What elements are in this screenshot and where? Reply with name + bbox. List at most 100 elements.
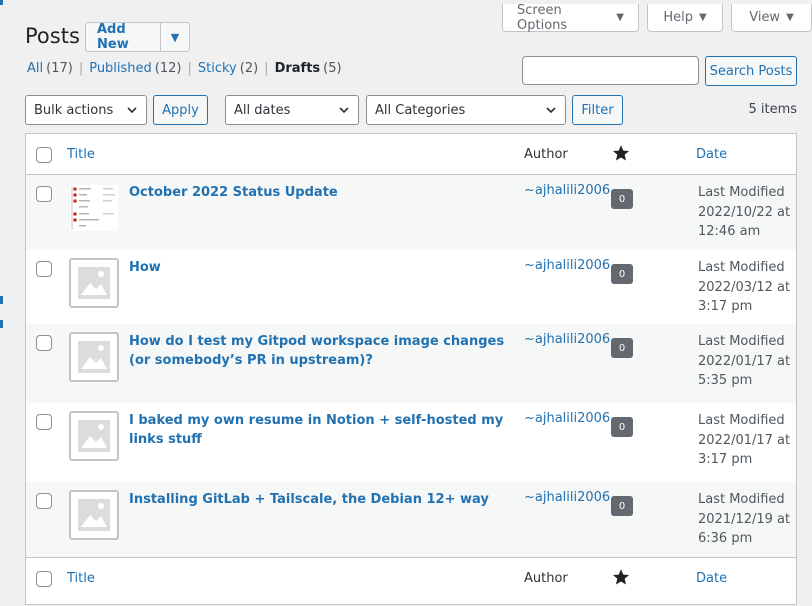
comment-count-badge: 0 (611, 338, 633, 358)
date-day: 2022/10/22 at (698, 204, 791, 220)
date-day: 2021/12/19 at (698, 511, 791, 527)
comment-count-badge: 0 (611, 264, 633, 284)
view-published-count: (12) (154, 61, 182, 76)
date-time: 12:46 am (698, 224, 761, 239)
comment-count-badge: 0 (611, 417, 633, 437)
items-count: 5 items (748, 102, 797, 117)
table-footer: Title Author Date (26, 557, 796, 598)
post-title-link[interactable]: How (129, 258, 509, 277)
post-thumbnail-image[interactable] (69, 183, 119, 233)
row-checkbox[interactable] (36, 493, 52, 509)
date-column-header[interactable]: Date (696, 147, 727, 162)
view-drafts-current[interactable]: Drafts (275, 61, 321, 76)
date-time: 6:36 pm (698, 531, 753, 546)
view-published-link[interactable]: Published (89, 61, 152, 76)
star-icon (612, 145, 630, 161)
table-row: How ~ajhalili2006 0 Last Modified 2022/0… (26, 250, 796, 324)
search-posts-button[interactable]: Search Posts (705, 56, 797, 86)
table-row: Installing GitLab + Tailscale, the Debia… (26, 482, 796, 557)
caret-down-icon: ▼ (170, 30, 180, 44)
chevron-down-icon (339, 107, 349, 114)
help-label: Help (663, 10, 693, 25)
row-checkbox[interactable] (36, 414, 52, 430)
post-title-link[interactable]: I baked my own resume in Notion + self-h… (129, 411, 509, 449)
view-label: View (749, 10, 781, 25)
date-status: Last Modified (698, 260, 785, 275)
add-new-dropdown-toggle[interactable]: ▼ (161, 22, 190, 52)
post-date: Last Modified 2022/01/17 at 3:17 pm (698, 411, 794, 470)
row-checkbox[interactable] (36, 335, 52, 351)
posts-table: Title Author Date October 2022 Status Up… (25, 133, 797, 605)
post-author-link[interactable]: ~ajhalili2006 (524, 183, 610, 198)
post-status-views: All (17) | Published (12) | Sticky (2) |… (27, 61, 342, 76)
post-title-link[interactable]: October 2022 Status Update (129, 183, 509, 202)
date-status: Last Modified (698, 334, 785, 349)
placeholder-image-icon[interactable] (69, 332, 119, 382)
apply-button[interactable]: Apply (153, 95, 208, 125)
placeholder-image-icon[interactable] (69, 258, 119, 308)
date-status: Last Modified (698, 492, 785, 507)
post-title-link[interactable]: How do I test my Gitpod workspace image … (129, 332, 509, 370)
table-row: How do I test my Gitpod workspace image … (26, 324, 796, 403)
view-sticky-link[interactable]: Sticky (198, 61, 237, 76)
help-tab[interactable]: Help ▼ (647, 4, 723, 32)
select-all-checkbox[interactable] (36, 147, 52, 163)
author-column-footer: Author (524, 571, 568, 586)
placeholder-image-icon[interactable] (69, 490, 119, 540)
add-new-button[interactable]: Add New (85, 22, 161, 52)
separator: | (187, 61, 192, 76)
table-header: Title Author Date (26, 134, 796, 175)
post-title-link[interactable]: Installing GitLab + Tailscale, the Debia… (129, 490, 509, 509)
admin-menu-edge-lower (0, 320, 3, 328)
select-all-checkbox[interactable] (36, 571, 52, 587)
row-checkbox[interactable] (36, 186, 52, 202)
filter-button[interactable]: Filter (572, 95, 623, 125)
post-date: Last Modified 2021/12/19 at 6:36 pm (698, 490, 794, 549)
post-author-link[interactable]: ~ajhalili2006 (524, 490, 610, 505)
separator: | (78, 61, 84, 76)
star-icon (612, 569, 630, 585)
author-column-header: Author (524, 147, 568, 162)
admin-menu-edge-top (0, 0, 3, 5)
dates-select[interactable]: All dates (225, 95, 359, 125)
view-drafts-count: (5) (323, 61, 342, 76)
view-sticky-count: (2) (239, 61, 259, 76)
bulk-actions-select[interactable]: Bulk actions (25, 95, 147, 125)
page-title: Posts (25, 24, 80, 48)
admin-menu-edge-upper (0, 296, 3, 304)
placeholder-image-icon[interactable] (69, 411, 119, 461)
table-row: I baked my own resume in Notion + self-h… (26, 403, 796, 482)
view-tab[interactable]: View ▼ (731, 4, 812, 32)
screen-meta-links: Screen Options ▼ Help ▼ View ▼ (494, 2, 812, 33)
comment-count-badge: 0 (611, 496, 633, 516)
post-author-link[interactable]: ~ajhalili2006 (524, 332, 610, 347)
caret-down-icon: ▼ (698, 12, 707, 23)
categories-value: All Categories (375, 102, 466, 118)
post-date: Last Modified 2022/01/17 at 5:35 pm (698, 332, 794, 391)
date-time: 3:17 pm (698, 299, 753, 314)
screen-options-label: Screen Options (517, 2, 568, 33)
caret-down-icon: ▼ (786, 12, 794, 23)
screen-options-tab[interactable]: Screen Options ▼ (502, 2, 639, 33)
date-day: 2022/01/17 at (698, 353, 791, 369)
date-column-footer[interactable]: Date (696, 571, 727, 586)
dates-value: All dates (234, 102, 291, 118)
title-column-header[interactable]: Title (67, 147, 95, 162)
chevron-down-icon (546, 107, 556, 114)
date-status: Last Modified (698, 413, 785, 428)
categories-select[interactable]: All Categories (366, 95, 566, 125)
view-all-link[interactable]: All (27, 61, 43, 76)
separator: | (264, 61, 269, 76)
post-date: Last Modified 2022/10/22 at 12:46 am (698, 183, 794, 242)
date-time: 5:35 pm (698, 373, 753, 388)
date-day: 2022/03/12 at (698, 279, 791, 295)
bulk-actions-value: Bulk actions (34, 102, 114, 118)
title-column-footer[interactable]: Title (67, 571, 95, 586)
caret-down-icon: ▼ (616, 12, 624, 23)
date-status: Last Modified (698, 185, 785, 200)
post-date: Last Modified 2022/03/12 at 3:17 pm (698, 258, 794, 317)
post-author-link[interactable]: ~ajhalili2006 (524, 411, 610, 426)
row-checkbox[interactable] (36, 261, 52, 277)
search-input[interactable] (522, 56, 699, 85)
post-author-link[interactable]: ~ajhalili2006 (524, 258, 610, 273)
